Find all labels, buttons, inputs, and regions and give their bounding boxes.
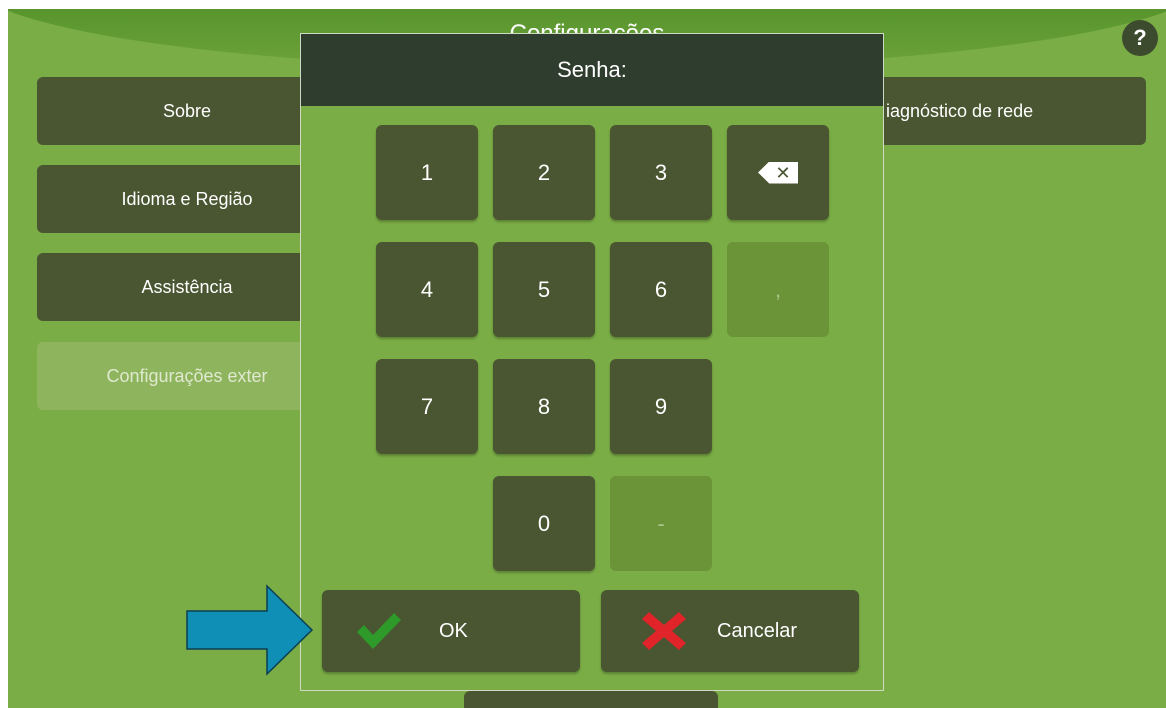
network-diagnostics-label: iagnóstico de rede bbox=[886, 100, 1034, 121]
backspace-key[interactable]: ✕ bbox=[727, 125, 829, 220]
key-2[interactable]: 2 bbox=[493, 125, 595, 220]
bottom-button[interactable] bbox=[464, 691, 718, 708]
network-diagnostics-button[interactable]: iagnóstico de rede bbox=[858, 77, 1146, 145]
key-8[interactable]: 8 bbox=[493, 359, 595, 454]
backspace-icon: ✕ bbox=[758, 161, 798, 184]
about-label: Sobre bbox=[162, 100, 212, 121]
about-button[interactable]: Sobre bbox=[37, 77, 337, 145]
key-6[interactable]: 6 bbox=[610, 242, 712, 337]
assistance-button[interactable]: Assistência bbox=[37, 253, 337, 321]
language-region-label: Idioma e Região bbox=[121, 188, 253, 209]
check-icon bbox=[357, 613, 401, 649]
key-7[interactable]: 7 bbox=[376, 359, 478, 454]
minus-key[interactable]: - bbox=[610, 476, 712, 571]
help-button[interactable]: ? bbox=[1122, 20, 1158, 56]
key-0[interactable]: 0 bbox=[493, 476, 595, 571]
cancel-label: Cancelar bbox=[717, 620, 798, 642]
external-settings-label: Configurações exter bbox=[106, 365, 268, 386]
arrow-right-icon bbox=[186, 584, 314, 676]
assistance-label: Assistência bbox=[141, 276, 233, 297]
key-5[interactable]: 5 bbox=[493, 242, 595, 337]
key-9[interactable]: 9 bbox=[610, 359, 712, 454]
ok-label: OK bbox=[439, 620, 468, 642]
dialog-title: Senha: bbox=[301, 34, 883, 106]
language-region-button[interactable]: Idioma e Região bbox=[37, 165, 337, 233]
key-4[interactable]: 4 bbox=[376, 242, 478, 337]
cancel-button[interactable]: Cancelar bbox=[601, 590, 859, 672]
key-3[interactable]: 3 bbox=[610, 125, 712, 220]
external-settings-button[interactable]: Configurações exter bbox=[37, 342, 337, 410]
ok-button[interactable]: OK bbox=[322, 590, 580, 672]
comma-key[interactable]: , bbox=[727, 242, 829, 337]
key-1[interactable]: 1 bbox=[376, 125, 478, 220]
password-dialog: Senha: 1 2 3 ✕ 4 5 6 , 7 8 9 0 - OK Canc… bbox=[300, 33, 884, 691]
x-icon bbox=[642, 612, 686, 650]
